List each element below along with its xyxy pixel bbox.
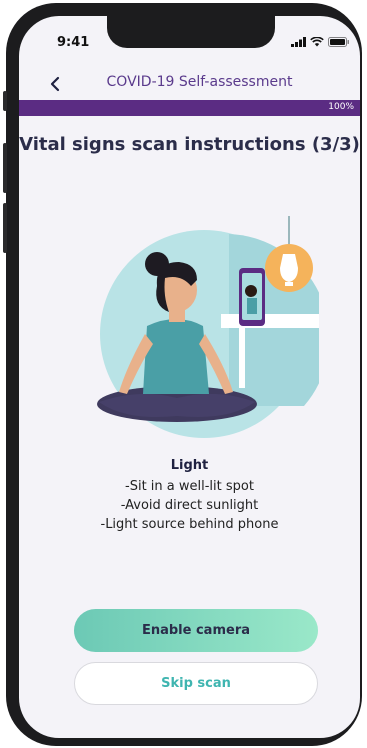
cellular-signal-icon bbox=[291, 37, 306, 47]
info-line: -Sit in a well-lit spot bbox=[125, 479, 254, 494]
info-heading: Light bbox=[170, 458, 209, 473]
progress-fill bbox=[19, 100, 360, 116]
nav-header: COVID-19 Self-assessment bbox=[19, 70, 360, 100]
mute-switch bbox=[3, 91, 7, 111]
page-title: Vital signs scan instructions (3/3) bbox=[19, 134, 360, 155]
battery-icon bbox=[328, 37, 349, 47]
info-block: Light -Sit in a well-lit spot -Avoid dir… bbox=[19, 458, 360, 534]
progress-label: 100% bbox=[328, 102, 354, 112]
skip-scan-button[interactable]: Skip scan bbox=[74, 662, 318, 705]
nav-title: COVID-19 Self-assessment bbox=[106, 74, 293, 90]
info-line: -Light source behind phone bbox=[100, 517, 279, 532]
status-icons bbox=[291, 37, 350, 47]
status-time: 9:41 bbox=[57, 35, 90, 50]
wifi-icon bbox=[310, 37, 324, 47]
enable-camera-button[interactable]: Enable camera bbox=[74, 609, 318, 652]
volume-up-button bbox=[3, 143, 7, 193]
progress-bar: 100% bbox=[19, 100, 360, 116]
back-button[interactable] bbox=[41, 70, 69, 98]
phone-frame: 9:41 COVID-19 Self-assessment 100% Vital… bbox=[3, 3, 362, 746]
meditation-illustration bbox=[97, 216, 319, 438]
light-bulb-icon bbox=[280, 254, 298, 282]
chevron-left-icon bbox=[50, 76, 60, 92]
desk-icon bbox=[221, 314, 319, 328]
notch bbox=[107, 16, 275, 48]
info-line: -Avoid direct sunlight bbox=[120, 498, 259, 513]
screen: 9:41 COVID-19 Self-assessment 100% Vital… bbox=[19, 16, 360, 738]
volume-down-button bbox=[3, 203, 7, 253]
